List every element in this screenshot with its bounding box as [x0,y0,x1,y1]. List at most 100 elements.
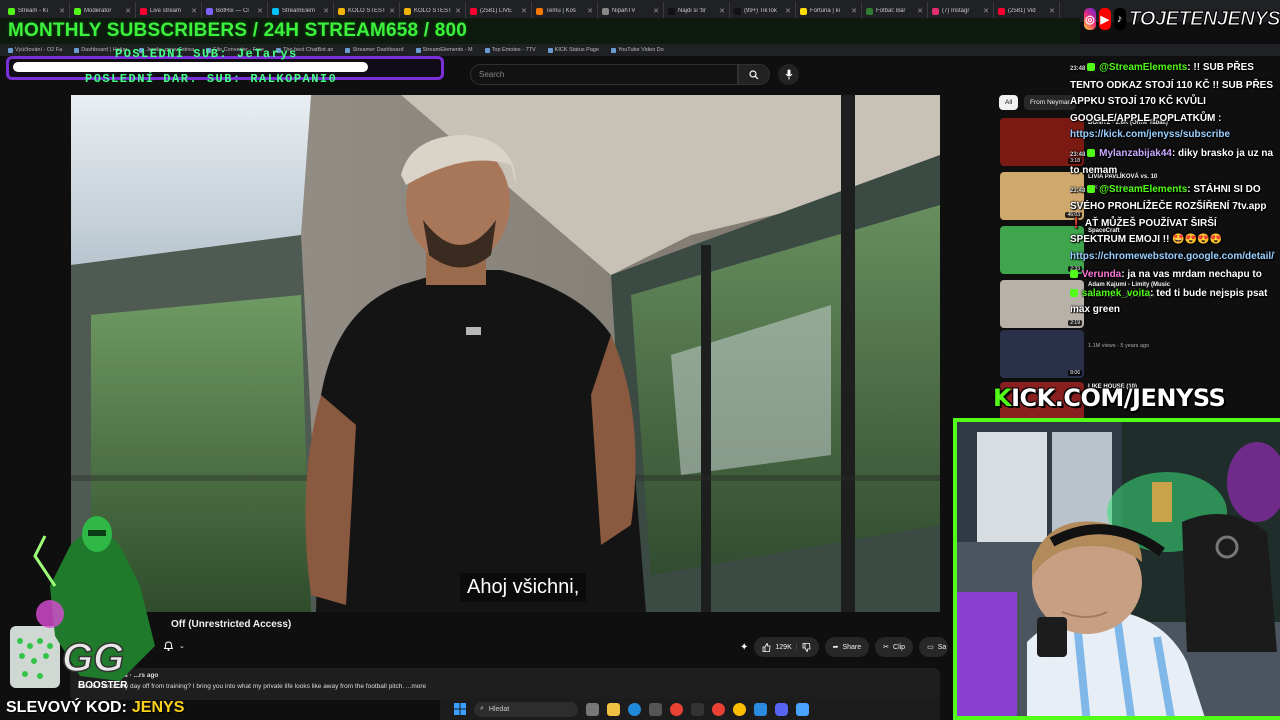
bookmark-item[interactable]: KICK Status Page [547,47,599,53]
chevron-down-icon[interactable]: ⌄ [179,642,185,650]
chat-username[interactable]: Mylanzabijak44 [1099,148,1172,159]
close-icon[interactable]: ✕ [851,7,857,15]
like-icon [762,642,771,652]
search-input[interactable]: Search [470,64,738,85]
mic-icon [785,69,792,80]
video-player[interactable] [71,95,940,612]
windows-taskbar: ⌕ Hledat [440,698,940,720]
promo-code-banner: SLEVOVÝ KOD: JENYS [0,697,184,719]
tab-favicon [272,7,279,15]
close-icon[interactable]: ✕ [389,7,395,15]
tab-favicon [470,7,477,15]
close-icon[interactable]: ✕ [125,7,131,15]
save-button[interactable]: ▭ Sa [919,637,949,657]
chat-username[interactable]: @StreamElements [1099,184,1187,195]
task-view-icon[interactable] [586,702,599,716]
badge-icon [1070,270,1078,279]
close-icon[interactable]: ✕ [59,7,65,15]
file-explorer-icon[interactable] [607,702,620,716]
app-icon-2[interactable] [754,702,767,716]
chat-username[interactable]: @StreamElements [1099,62,1187,73]
chat-message: 23:48 Mylanzabijak44: diky brasko ja uz … [1070,146,1275,180]
chat-username[interactable]: salamek_voita [1082,288,1150,299]
bookmark-item[interactable]: YouTube Video Do [611,47,664,53]
terminal-icon[interactable] [691,702,704,716]
close-icon[interactable]: ✕ [653,7,659,15]
tab-label: Live stream [150,8,182,14]
kick-url-banner: KICK.COM/JENYSS [993,384,1226,412]
video-title: Off (Unrestricted Access) [171,619,292,630]
chat-link[interactable]: https://chromewebstore.google.com/detail… [1070,251,1275,262]
bookmark-icon [74,47,80,53]
chat-text: : ja na vas mrdam nechapu to [1121,269,1262,280]
tab-label: NipahTV [612,8,636,14]
close-icon[interactable]: ✕ [191,7,197,15]
chat-link[interactable]: https://kick.com/jenyss/subscribe [1070,129,1230,140]
badge-icon [1087,184,1096,193]
social-links: ◎ ▶ ♪ TOJETENJENYS [1084,4,1280,34]
app-icon-3[interactable] [796,702,809,716]
discord-icon[interactable] [775,702,788,716]
bookmark-item[interactable]: Streamer Dashboard [345,47,404,53]
filter-chip-all[interactable]: All [999,95,1019,110]
tab-favicon [404,7,411,15]
clip-button[interactable]: ✂ Clip [875,637,914,657]
tab-favicon [998,7,1005,15]
close-icon[interactable]: ✕ [521,7,527,15]
views-time: views · ...rs ago [110,672,159,679]
tab-label: Moderator [84,8,112,14]
chrome-icon-2[interactable] [712,702,725,716]
chrome-icon[interactable] [670,702,683,716]
video-actions: ✦ 129K | ➦ Share ✂ Clip ▭ Sa [740,636,949,658]
search-button[interactable] [738,64,770,85]
sponsor-mascot: GG BOOSTER [0,496,175,696]
app-icon[interactable] [649,702,662,716]
youtube-icon: ▶ [1098,8,1111,30]
instagram-icon: ◎ [1084,8,1096,30]
tab-label: Fortuna | ki [810,8,840,14]
tiktok-icon: ♪ [1113,8,1126,30]
svg-text:BOOSTER: BOOSTER [78,680,128,691]
tab-label: Temu | Koš [546,8,576,14]
subscriber-goal-text: MONTHLY SUBSCRIBERS / 24H STREAM658 / 80… [8,20,468,41]
close-icon[interactable]: ✕ [1049,7,1055,15]
close-icon[interactable]: ✕ [323,7,329,15]
video-caption: Ahoj všichni, [460,573,587,602]
chat-message: 23:48 @StreamElements: !! SUB PŘES TENTO… [1070,60,1275,144]
dislike-icon[interactable] [802,642,811,652]
tab-favicon [866,7,873,15]
close-icon[interactable]: ✕ [917,7,923,15]
chrome-canary-icon[interactable] [733,702,746,716]
video-description[interactable]: views · ...rs ago hat do I do on my day … [70,668,940,700]
mascot-art: GG BOOSTER [10,516,155,691]
tab-favicon [338,7,345,15]
tab-favicon [536,7,543,15]
tab-label: Fotbal: Bar [876,8,906,14]
close-icon[interactable]: ✕ [719,7,725,15]
close-icon[interactable]: ✕ [587,7,593,15]
edge-icon[interactable] [628,702,641,716]
bookmark-item[interactable]: StreamElements - M [415,47,473,53]
close-icon[interactable]: ✕ [785,7,791,15]
windows-icon[interactable] [454,703,466,715]
tab-favicon [74,7,81,15]
tab-label: StreamElem [282,8,316,14]
like-button[interactable]: 129K | [754,637,819,657]
tab-favicon [932,7,939,15]
share-button[interactable]: ➦ Share [824,637,870,657]
filter-chip-from[interactable]: From Neymar [1024,95,1076,110]
bookmark-item[interactable]: Top Emotes - 7TV [484,47,536,53]
close-icon[interactable]: ✕ [983,7,989,15]
sparkle-icon[interactable]: ✦ [740,642,748,653]
chat-username[interactable]: Verunda [1082,269,1121,280]
tab-label: (2581) Vid [1008,8,1036,14]
bookmark-item[interactable]: Vyúčtování - O2 Fa [8,47,62,53]
tab-label: (7) Instagr [942,8,970,14]
close-icon[interactable]: ✕ [257,7,263,15]
close-icon[interactable]: ✕ [455,7,461,15]
promo-code: JENYS [131,699,185,716]
taskbar-search[interactable]: ⌕ Hledat [474,701,578,717]
webcam-feed [953,418,1280,720]
tab-label: Stream - Ki [18,8,49,14]
voice-search-button[interactable] [778,64,799,85]
